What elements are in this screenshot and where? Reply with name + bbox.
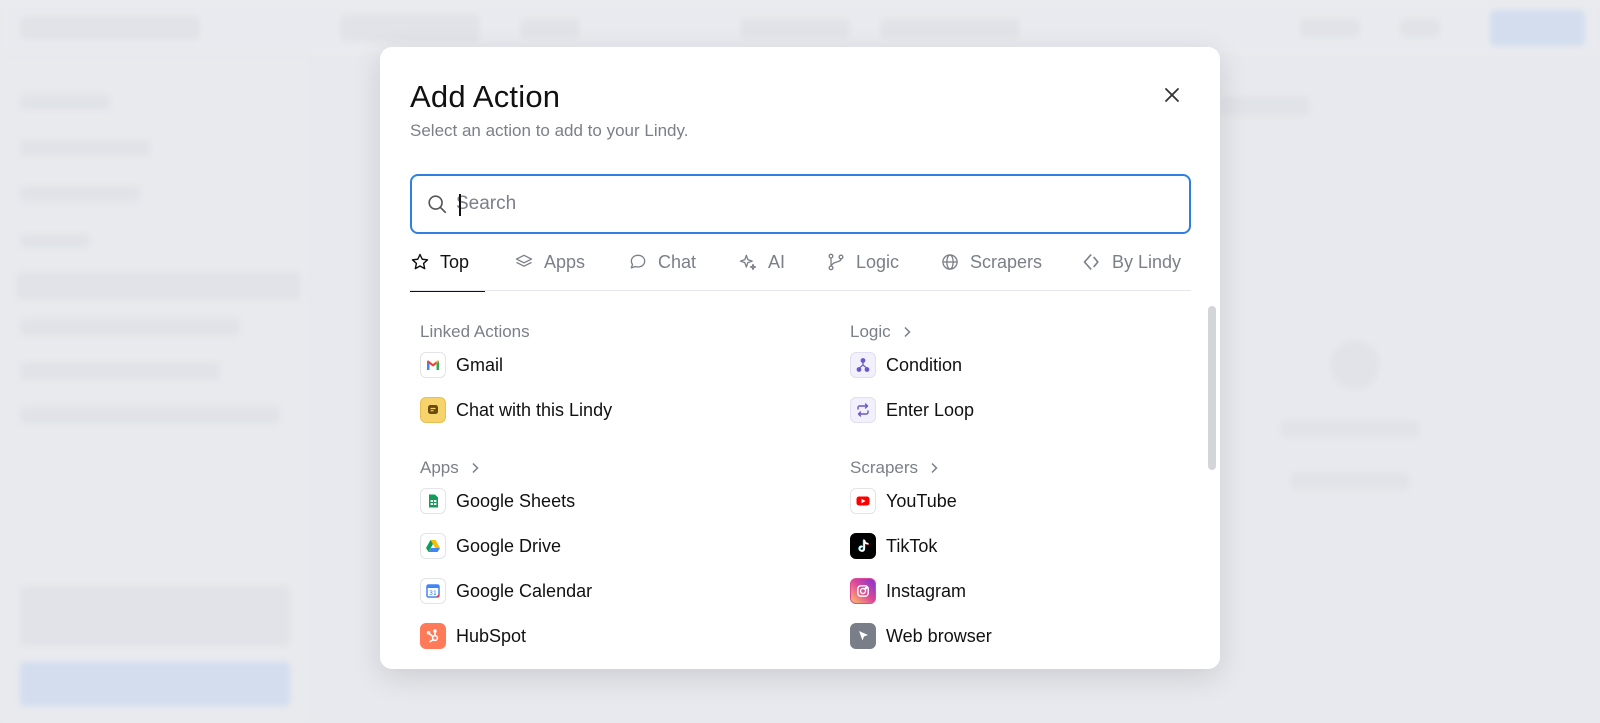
tab-label: By Lindy — [1112, 252, 1182, 272]
section-title: Scrapers — [850, 458, 919, 477]
action-youtube[interactable]: YouTube — [850, 485, 957, 517]
layers-icon — [515, 254, 533, 267]
tab-scrapers[interactable]: Scrapers — [940, 246, 1042, 291]
action-google-drive[interactable]: Google Drive — [420, 530, 561, 562]
star-icon — [411, 253, 429, 270]
action-enter-loop[interactable]: Enter Loop — [850, 394, 974, 426]
add-action-dialog: Add Action Select an action to add to yo… — [380, 47, 1220, 669]
tiktok-icon — [850, 533, 876, 559]
tab-label: Top — [440, 252, 470, 272]
action-google-calendar[interactable]: 31 Google Calendar — [420, 575, 592, 607]
section-scrapers[interactable]: Scrapers — [850, 458, 942, 478]
action-tiktok[interactable]: TikTok — [850, 530, 937, 562]
action-label: Chat with this Lindy — [456, 399, 613, 420]
section-apps[interactable]: Apps — [420, 458, 483, 478]
tab-label: Scrapers — [970, 252, 1043, 272]
google-calendar-icon: 31 — [420, 578, 446, 604]
tab-label: Chat — [658, 252, 697, 272]
youtube-icon — [850, 488, 876, 514]
action-gmail[interactable]: Gmail — [420, 349, 503, 381]
lindy-diamond-icon — [1083, 253, 1099, 271]
gmail-icon — [420, 352, 446, 378]
action-label: TikTok — [886, 535, 938, 556]
section-linked-actions: Linked Actions — [420, 322, 530, 342]
action-label: YouTube — [886, 490, 957, 511]
web-browser-icon — [850, 623, 876, 649]
action-label: HubSpot — [456, 625, 527, 646]
close-icon — [1165, 88, 1179, 102]
close-button[interactable] — [1160, 83, 1184, 107]
action-condition[interactable]: Condition — [850, 349, 962, 381]
search-icon — [428, 195, 447, 214]
tab-label: Apps — [544, 252, 586, 272]
search-input[interactable] — [456, 193, 1156, 215]
google-drive-icon — [420, 533, 446, 559]
tab-apps[interactable]: Apps — [514, 246, 585, 291]
text-caret — [459, 194, 461, 216]
dialog-subtitle: Select an action to add to your Lindy. — [410, 121, 689, 140]
svg-text:31: 31 — [429, 590, 437, 597]
sparkles-icon — [739, 254, 757, 271]
action-chat-with-lindy[interactable]: Chat with this Lindy — [420, 394, 612, 426]
tab-label: AI — [768, 252, 786, 272]
action-label: Condition — [886, 354, 963, 375]
action-google-sheets[interactable]: Google Sheets — [420, 485, 575, 517]
instagram-icon — [850, 578, 876, 604]
chat-with-lindy-icon — [420, 397, 446, 423]
search-box[interactable] — [410, 174, 1191, 234]
action-hubspot[interactable]: HubSpot — [420, 620, 526, 652]
category-tabs: Top Apps Chat AI Logic Scrapers By Lindy — [410, 246, 1191, 292]
chevron-right-icon — [472, 462, 479, 474]
condition-icon — [850, 352, 876, 378]
tab-chat[interactable]: Chat — [628, 246, 696, 291]
chevron-right-icon — [931, 462, 938, 474]
tab-label: Logic — [856, 252, 900, 272]
action-label: Google Drive — [456, 535, 562, 556]
action-label: Gmail — [456, 354, 504, 375]
tab-ai[interactable]: AI — [738, 246, 785, 291]
chat-bubble-icon — [630, 254, 646, 269]
dialog-title: Add Action — [410, 79, 561, 114]
section-title: Logic — [850, 322, 891, 341]
section-title: Linked Actions — [420, 322, 530, 341]
section-logic[interactable]: Logic — [850, 322, 915, 342]
tab-top[interactable]: Top — [410, 246, 485, 292]
tab-by-lindy[interactable]: By Lindy — [1082, 246, 1181, 291]
list-scrollbar[interactable] — [1208, 306, 1216, 470]
section-title: Apps — [420, 458, 459, 477]
loop-icon — [850, 397, 876, 423]
chevron-right-icon — [904, 326, 911, 338]
hubspot-icon — [420, 623, 446, 649]
action-label: Google Sheets — [456, 490, 576, 511]
action-list: Linked Actions Gmail Chat with this Lind… — [410, 307, 1191, 669]
action-label: Google Calendar — [456, 580, 593, 601]
action-instagram[interactable]: Instagram — [850, 575, 966, 607]
globe-icon — [942, 254, 958, 270]
git-branch-icon — [828, 253, 844, 271]
google-sheets-icon — [420, 488, 446, 514]
action-label: Instagram — [886, 580, 967, 601]
action-label: Web browser — [886, 625, 992, 646]
action-label: Enter Loop — [886, 399, 975, 420]
action-web-browser[interactable]: Web browser — [850, 620, 992, 652]
tab-logic[interactable]: Logic — [826, 246, 899, 291]
